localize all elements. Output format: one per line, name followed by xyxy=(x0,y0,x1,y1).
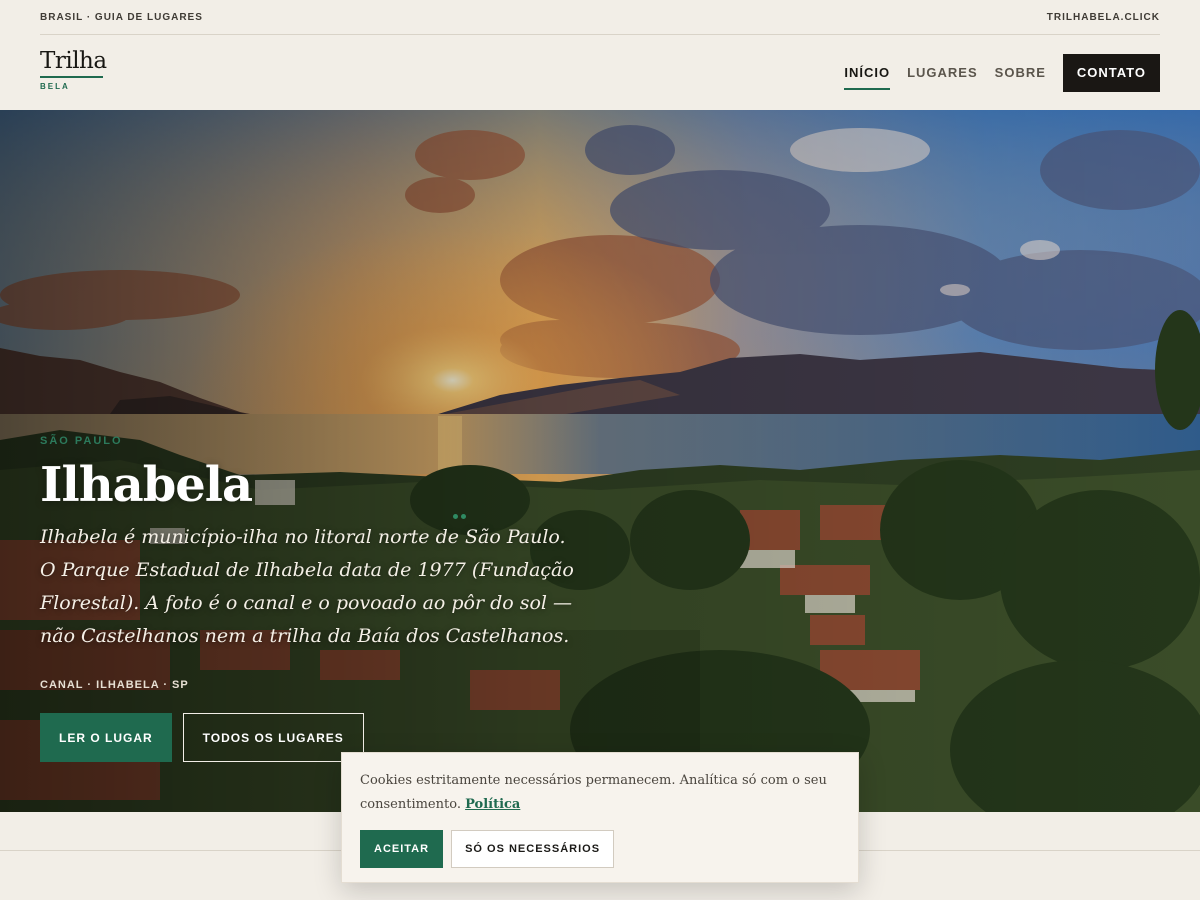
brand-subtitle: BELA xyxy=(40,82,70,91)
brand-name: Trilha xyxy=(40,50,107,78)
site-domain-label: TRILHABELA.CLICK xyxy=(1046,11,1160,23)
hero-eyebrow: SÃO PAULO xyxy=(40,435,123,447)
hero-title: Ilhabela xyxy=(40,457,253,513)
hero-section: SÃO PAULO Ilhabela Ilhabela é município-… xyxy=(0,110,1200,812)
main-navigation: INÍCIO LUGARES SOBRE CONTATO xyxy=(827,53,1160,92)
cookie-text: Cookies estritamente necessários permane… xyxy=(360,773,827,812)
hero-content: SÃO PAULO Ilhabela Ilhabela é município-… xyxy=(40,435,580,762)
top-utility-bar: BRASIL · GUIA DE LUGARES TRILHABELA.CLIC… xyxy=(40,0,1160,35)
nav-item-lugares[interactable]: LUGARES xyxy=(907,57,978,88)
read-place-button[interactable]: LER O LUGAR xyxy=(40,713,172,762)
cookie-banner: Cookies estritamente necessários permane… xyxy=(341,752,859,883)
cookie-message: Cookies estritamente necessários permane… xyxy=(360,769,840,817)
all-places-button[interactable]: TODOS OS LUGARES xyxy=(182,713,364,762)
brand-logo[interactable]: Trilha BELA xyxy=(40,50,107,91)
hero-description: Ilhabela é município-ilha no litoral nor… xyxy=(40,526,574,647)
region-label: BRASIL · GUIA DE LUGARES xyxy=(40,11,203,23)
cookie-actions: ACEITAR SÓ OS NECESSÁRIOS xyxy=(360,830,840,868)
privacy-policy-link[interactable]: Política xyxy=(465,797,520,812)
contact-button[interactable]: CONTATO xyxy=(1062,53,1160,92)
hero-location-meta: CANAL · ILHABELA · SP xyxy=(40,679,189,691)
nav-item-inicio[interactable]: INÍCIO xyxy=(844,57,890,90)
nav-item-sobre[interactable]: SOBRE xyxy=(995,57,1046,88)
main-header: Trilha BELA INÍCIO LUGARES SOBRE CONTATO xyxy=(40,35,1160,110)
accept-cookies-button[interactable]: ACEITAR xyxy=(360,830,444,868)
necessary-cookies-button[interactable]: SÓ OS NECESSÁRIOS xyxy=(451,830,615,868)
